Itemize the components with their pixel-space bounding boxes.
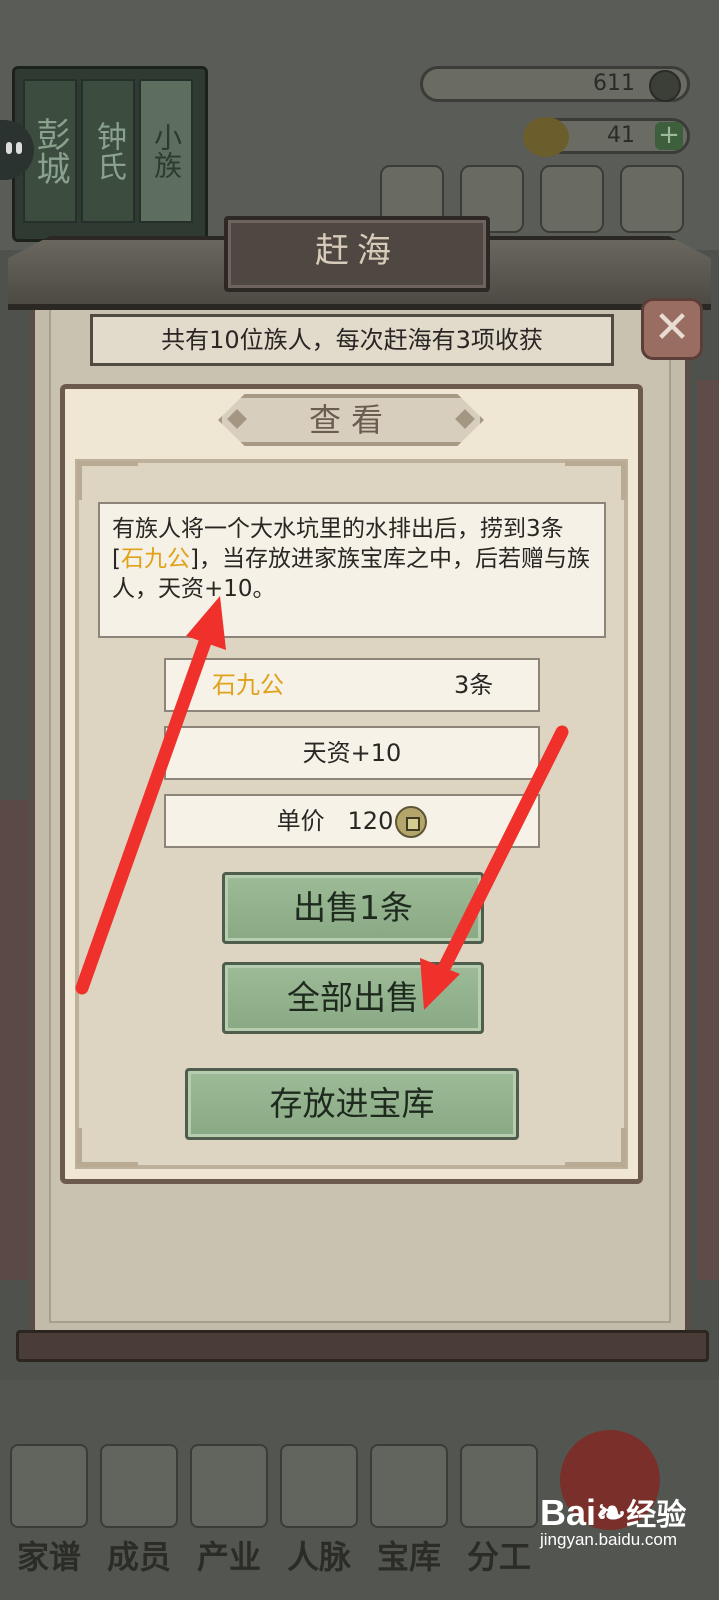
dialog-scroll-bottom-rod — [16, 1330, 709, 1362]
tab-label: 家谱 — [16, 1538, 81, 1576]
tab-label: 宝库 — [376, 1538, 441, 1576]
tab-treasury[interactable]: 宝库 — [366, 1444, 452, 1576]
item-quantity: 3条 — [454, 671, 494, 699]
info-bar: 共有10位族人，每次赶海有3项收获 — [90, 314, 614, 366]
feature-icon-4[interactable] — [620, 165, 684, 233]
add-gold-icon[interactable]: + — [655, 122, 683, 150]
description-item-name: 石九公 — [120, 546, 190, 572]
gold-ingot-count: 41 — [607, 123, 635, 148]
copper-coin-icon — [395, 806, 428, 838]
close-button[interactable]: ✕ — [641, 298, 703, 360]
tab-label: 成员 — [106, 1538, 171, 1576]
price-value: 120 — [347, 807, 394, 835]
tab-division[interactable]: 分工 — [456, 1444, 542, 1576]
tab-connections[interactable]: 人脉 — [276, 1444, 362, 1576]
copper-coin-counter: 611 — [420, 66, 690, 102]
watermark-brand-cn: 经验 — [626, 1498, 687, 1533]
view-panel-title-plate: 查看 — [218, 394, 484, 446]
harvest-description: 有族人将一个大水坑里的水排出后，捞到3条[石九公]，当存放进家族宝库之中，后若赠… — [98, 502, 606, 638]
item-name: 石九公 — [212, 671, 284, 699]
corner-ornament — [565, 461, 626, 500]
gold-ingot-icon — [523, 117, 569, 157]
tab-industry[interactable]: 产业 — [186, 1444, 272, 1576]
baidu-jingyan-watermark: Bai❧经验 jingyan.baidu.com — [540, 1490, 710, 1580]
corner-ornament — [77, 1128, 138, 1167]
corner-ornament — [77, 461, 138, 500]
paw-icon: ❧ — [596, 1492, 627, 1533]
effect-text: 天资+10 — [302, 739, 402, 767]
book-spine-3: 小族 — [139, 79, 193, 223]
corner-ornament — [565, 1128, 626, 1167]
dialog-title: 赶海 — [315, 231, 399, 271]
item-row: 石九公 3条 — [164, 658, 540, 712]
coin-icon — [649, 70, 681, 102]
gold-ingot-counter: 41 + — [523, 117, 690, 157]
tab-label: 分工 — [466, 1538, 531, 1576]
tab-label: 人脉 — [286, 1538, 351, 1576]
tab-members[interactable]: 成员 — [96, 1444, 182, 1576]
tab-family-tree[interactable]: 家谱 — [6, 1444, 92, 1576]
copper-coin-count: 611 — [593, 71, 635, 96]
view-panel-title: 查看 — [308, 401, 393, 439]
effect-row: 天资+10 — [164, 726, 540, 780]
price-label: 单价 — [276, 807, 325, 835]
store-to-treasury-button[interactable]: 存放进宝库 — [185, 1068, 519, 1140]
book-spine-2: 钟氏 — [81, 79, 135, 223]
dialog-title-plate: 赶海 — [224, 216, 490, 292]
tab-label: 产业 — [196, 1538, 261, 1576]
close-x-icon: ✕ — [653, 302, 691, 353]
watermark-brand: Bai — [540, 1492, 597, 1533]
feature-icon-3[interactable] — [540, 165, 604, 233]
background-side-panel-right — [697, 380, 719, 1280]
family-book-cover: 彭城 钟氏 小族 — [12, 66, 208, 242]
price-row: 单价 120 — [164, 794, 540, 848]
sell-all-button[interactable]: 全部出售 — [222, 962, 484, 1034]
sell-one-button[interactable]: 出售1条 — [222, 872, 484, 944]
background-side-panel-left — [0, 800, 28, 1280]
